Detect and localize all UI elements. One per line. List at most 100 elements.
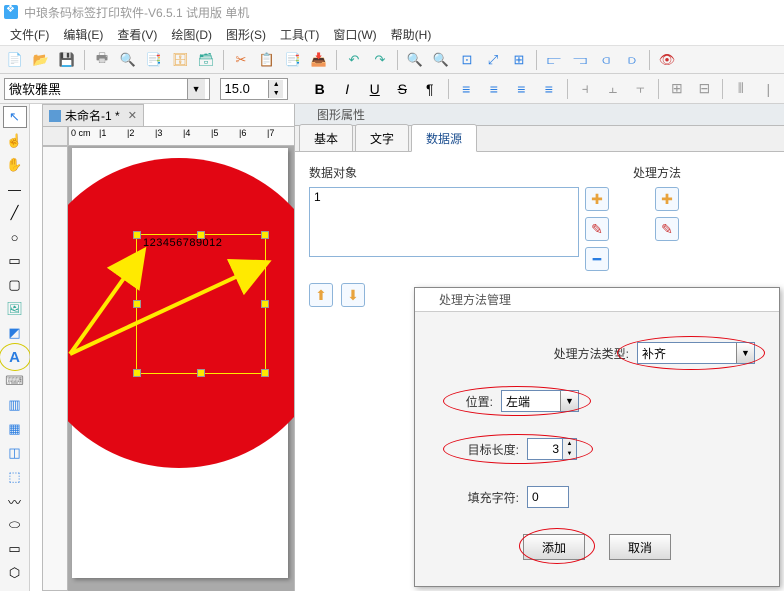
image-tool[interactable]: 🖼 xyxy=(3,298,27,320)
align1-icon[interactable]: ⫍ xyxy=(543,49,565,71)
richtext-tool[interactable]: ⌨ xyxy=(3,370,27,392)
rrect-tool[interactable]: ▢ xyxy=(3,274,27,296)
font-size-combo[interactable]: 15.0 ▲▼ xyxy=(220,78,289,100)
italic-button[interactable]: I xyxy=(335,78,359,100)
cut-icon[interactable]: ✂ xyxy=(230,49,252,71)
align-center-icon[interactable]: ≡ xyxy=(482,78,506,100)
hand2-tool[interactable]: ✋ xyxy=(3,154,27,176)
line-icon[interactable]: | xyxy=(757,78,781,100)
pos-combo[interactable]: 左端 ▼ xyxy=(501,390,579,412)
edit-data-button[interactable]: ✎ xyxy=(585,217,609,241)
valign1-icon[interactable]: ⫞ xyxy=(574,78,598,100)
doc-tab[interactable]: 未命名-1 * ✕ xyxy=(42,104,144,126)
handle-nw[interactable] xyxy=(133,231,141,239)
strike-button[interactable]: S xyxy=(390,78,414,100)
barcode-tool[interactable]: ▥ xyxy=(3,394,27,416)
menu-draw[interactable]: 绘图(D) xyxy=(165,23,218,46)
chevron-down-icon[interactable]: ▼ xyxy=(560,391,578,411)
align3-icon[interactable]: ⫏ xyxy=(595,49,617,71)
database-icon[interactable]: 🗄 xyxy=(169,49,191,71)
len-spinner[interactable]: ▲▼ xyxy=(563,438,577,460)
handle-w[interactable] xyxy=(133,300,141,308)
dist2-icon[interactable]: ⊟ xyxy=(693,78,717,100)
database2-icon[interactable]: 🗃 xyxy=(195,49,217,71)
zoom-in-icon[interactable]: 🔍 xyxy=(404,49,426,71)
align-right-icon[interactable]: ≡ xyxy=(510,78,534,100)
cancel-button[interactable]: 取消 xyxy=(609,534,671,560)
para-button[interactable]: ¶ xyxy=(418,78,442,100)
menu-window[interactable]: 窗口(W) xyxy=(327,23,382,46)
preview-icon[interactable]: 🔍 xyxy=(117,49,139,71)
align4-icon[interactable]: ⫐ xyxy=(621,49,643,71)
add-data-button[interactable]: ✚ xyxy=(585,187,609,211)
move-up-button[interactable]: ⬆ xyxy=(309,283,333,307)
roundrect-tool[interactable]: ▭ xyxy=(3,538,27,560)
move-down-button[interactable]: ⬇ xyxy=(341,283,365,307)
zoom-full-icon[interactable]: ⤢ xyxy=(482,49,504,71)
grid-icon[interactable]: ⊞ xyxy=(508,49,530,71)
hand1-tool[interactable]: ☝ xyxy=(3,130,27,152)
diag-tool[interactable]: ╱ xyxy=(3,202,27,224)
new-icon[interactable]: 📄 xyxy=(4,49,26,71)
zoom-fit-icon[interactable]: ⊡ xyxy=(456,49,478,71)
handle-n[interactable] xyxy=(197,231,205,239)
tab-datasource[interactable]: 数据源 xyxy=(411,124,477,152)
valign2-icon[interactable]: ⫠ xyxy=(601,78,625,100)
remove-data-button[interactable]: ━ xyxy=(585,247,609,271)
spacing-icon[interactable]: ⫴ xyxy=(729,78,753,100)
open-icon[interactable]: 📂 xyxy=(30,49,52,71)
undo-icon[interactable]: ↶ xyxy=(343,49,365,71)
save-icon[interactable]: 💾 xyxy=(56,49,78,71)
rect-tool[interactable]: ▭ xyxy=(3,250,27,272)
menu-file[interactable]: 文件(F) xyxy=(4,23,55,46)
circle-tool[interactable]: ○ xyxy=(3,226,27,248)
selection-box[interactable]: 123456789012 xyxy=(136,234,266,374)
copy-icon[interactable]: 📋 xyxy=(256,49,278,71)
menu-help[interactable]: 帮助(H) xyxy=(385,23,438,46)
zoom-out-icon[interactable]: 🔍 xyxy=(430,49,452,71)
align-justify-icon[interactable]: ≡ xyxy=(537,78,561,100)
shape1-tool[interactable]: ◫ xyxy=(3,442,27,464)
print-icon[interactable]: 🖶 xyxy=(91,49,113,71)
size-spinner[interactable]: ▲▼ xyxy=(268,80,283,98)
handle-se[interactable] xyxy=(261,369,269,377)
edit-proc-button[interactable]: ✎ xyxy=(655,217,679,241)
ellipse-tool[interactable]: ⬭ xyxy=(3,514,27,536)
underline-button[interactable]: U xyxy=(363,78,387,100)
type-combo[interactable]: 补齐 ▼ xyxy=(637,342,755,364)
qr-tool[interactable]: ▦ xyxy=(3,418,27,440)
bold-button[interactable]: B xyxy=(308,78,332,100)
len-input[interactable]: 3 xyxy=(527,438,563,460)
fill-tool[interactable]: ◩ xyxy=(3,322,27,344)
chevron-down-icon[interactable]: ▼ xyxy=(736,343,754,363)
align-left-icon[interactable]: ≡ xyxy=(455,78,479,100)
redo-icon[interactable]: ↷ xyxy=(369,49,391,71)
handle-ne[interactable] xyxy=(261,231,269,239)
handle-e[interactable] xyxy=(261,300,269,308)
data-list-item[interactable]: 1 xyxy=(314,190,574,204)
page-setup-icon[interactable]: 📑 xyxy=(143,49,165,71)
select-tool[interactable]: ↖ xyxy=(3,106,27,128)
add-proc-button[interactable]: ✚ xyxy=(655,187,679,211)
text-object[interactable]: 123456789012 xyxy=(143,237,222,249)
align2-icon[interactable]: ⫎ xyxy=(569,49,591,71)
close-icon[interactable]: ✕ xyxy=(128,109,137,122)
paste-icon[interactable]: 📑 xyxy=(282,49,304,71)
font-combo[interactable]: 微软雅黑 ▼ xyxy=(4,78,210,100)
char-input[interactable]: 0 xyxy=(527,486,569,508)
dist1-icon[interactable]: ⊞ xyxy=(665,78,689,100)
valign3-icon[interactable]: ⫟ xyxy=(629,78,653,100)
menu-tools[interactable]: 工具(T) xyxy=(274,23,325,46)
ok-button[interactable]: 添加 xyxy=(523,534,585,560)
text-tool[interactable]: A xyxy=(3,346,27,368)
tab-text[interactable]: 文字 xyxy=(355,124,409,151)
menu-edit[interactable]: 编辑(E) xyxy=(57,23,109,46)
curve-tool[interactable]: 〰 xyxy=(3,490,27,512)
menu-shape[interactable]: 图形(S) xyxy=(220,23,272,46)
paste2-icon[interactable]: 📥 xyxy=(308,49,330,71)
handle-s[interactable] xyxy=(197,369,205,377)
chevron-down-icon[interactable]: ▼ xyxy=(187,79,205,99)
tab-basic[interactable]: 基本 xyxy=(299,124,353,151)
visibility-icon[interactable]: 👁 xyxy=(656,49,678,71)
poly-tool[interactable]: ⬡ xyxy=(3,562,27,584)
